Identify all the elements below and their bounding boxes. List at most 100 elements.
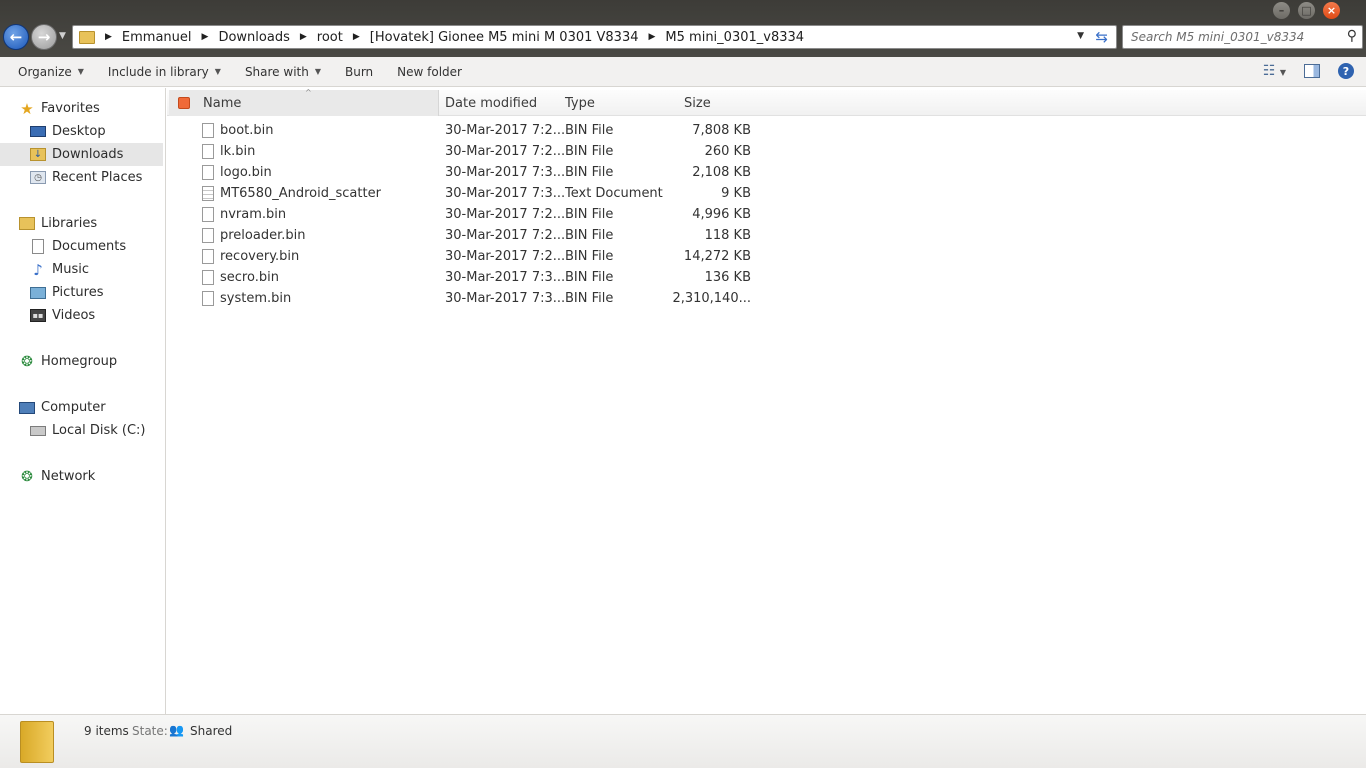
file-name: secro.bin [220,270,279,285]
header-name[interactable]: Name [203,96,241,111]
shared-users-icon: 👥 [169,723,184,737]
chevron-right-icon[interactable]: ▶ [649,32,656,42]
nav-desktop[interactable]: Desktop [0,120,165,143]
file-name: lk.bin [220,144,256,159]
chevron-right-icon[interactable]: ▶ [202,32,209,42]
new-folder-button[interactable]: New folder [385,65,474,79]
file-name: recovery.bin [220,249,300,264]
address-dropdown-icon[interactable]: ▼ [1077,31,1084,41]
nav-computer[interactable]: Computer [0,396,165,419]
breadcrumb-item[interactable]: Emmanuel [122,30,192,45]
nav-homegroup[interactable]: ❂ Homegroup [0,350,165,373]
file-date: 30-Mar-2017 7:2... [445,123,566,138]
file-type: BIN File [565,144,614,159]
share-with-label: Share with [244,64,309,79]
breadcrumb-item[interactable]: root [317,30,343,45]
breadcrumb: ▶ Emmanuel ▶ Downloads ▶ root ▶ [Hovatek… [105,30,814,45]
nav-network[interactable]: ❂ Network [0,465,165,488]
nav-label: Libraries [41,216,98,231]
nav-downloads[interactable]: ↓ Downloads [0,143,163,166]
chevron-down-icon: ▼ [77,67,84,76]
address-bar[interactable]: ▶ Emmanuel ▶ Downloads ▶ root ▶ [Hovatek… [72,25,1117,49]
preview-pane-icon[interactable] [1304,64,1320,78]
minimize-button[interactable]: – [1273,2,1290,19]
file-size: 2,310,140... [672,291,751,306]
nav-label: Music [52,262,89,277]
include-in-library-button[interactable]: Include in library ▼ [96,65,233,79]
breadcrumb-item[interactable]: Downloads [218,30,289,45]
nav-recent-places[interactable]: ◷ Recent Places [0,166,165,189]
title-bar: – □ × ← → ▼ ▶ Emmanuel ▶ Downloads ▶ roo… [0,0,1366,57]
file-row[interactable]: preloader.bin 30-Mar-2017 7:2... BIN Fil… [167,226,767,247]
star-icon: ★ [20,99,34,118]
help-icon[interactable]: ? [1338,63,1354,79]
chevron-right-icon[interactable]: ▶ [300,32,307,42]
videos-icon: ▪▪ [30,309,46,322]
refresh-icon[interactable]: ⇆ [1095,28,1108,46]
nav-label: Documents [52,239,127,254]
search-input[interactable]: Search M5 mini_0301_v8334 ⚲ [1122,25,1363,49]
new-folder-label: New folder [397,64,462,79]
file-date: 30-Mar-2017 7:3... [445,165,566,180]
file-icon [202,291,214,306]
nav-label: Recent Places [52,170,143,185]
search-icon[interactable]: ⚲ [1347,28,1357,44]
file-size: 14,272 KB [683,249,751,264]
share-with-button[interactable]: Share with ▼ [233,65,333,79]
breadcrumb-item[interactable]: M5 mini_0301_v8334 [665,30,804,45]
header-type[interactable]: Type [565,96,595,111]
file-row[interactable]: MT6580_Android_scatter 30-Mar-2017 7:3..… [167,184,767,205]
details-pane: 9 items State: 👥 Shared [0,714,1366,768]
burn-label: Burn [345,64,374,79]
file-size: 9 KB [721,186,751,201]
nav-favorites[interactable]: ★ Favorites [0,97,165,120]
chevron-right-icon[interactable]: ▶ [353,32,360,42]
libraries-icon [19,217,35,230]
nav-documents[interactable]: Documents [0,235,165,258]
file-row[interactable]: nvram.bin 30-Mar-2017 7:2... BIN File 4,… [167,205,767,226]
file-date: 30-Mar-2017 7:2... [445,249,566,264]
homegroup-icon: ❂ [21,353,33,370]
select-all-checkbox[interactable] [178,97,190,109]
nav-label: Desktop [52,124,106,139]
file-row[interactable]: system.bin 30-Mar-2017 7:3... BIN File 2… [167,289,767,310]
network-icon: ❂ [21,468,33,485]
close-button[interactable]: × [1323,2,1340,19]
nav-libraries[interactable]: Libraries [0,212,165,235]
file-size: 7,808 KB [692,123,751,138]
organize-button[interactable]: Organize ▼ [0,65,96,79]
music-icon: ♪ [33,260,43,279]
file-row[interactable]: logo.bin 30-Mar-2017 7:3... BIN File 2,1… [167,163,767,184]
recent-pages-dropdown[interactable]: ▼ [59,31,66,41]
state-label: State: [132,724,168,738]
nav-local-disk[interactable]: Local Disk (C:) [0,419,165,442]
forward-button[interactable]: → [31,24,57,50]
file-row[interactable]: secro.bin 30-Mar-2017 7:3... BIN File 13… [167,268,767,289]
file-date: 30-Mar-2017 7:3... [445,270,566,285]
change-view-icon[interactable]: ☷ ▼ [1263,63,1286,79]
header-size[interactable]: Size [684,96,711,111]
computer-icon [19,401,35,414]
nav-music[interactable]: ♪ Music [0,258,165,281]
state-value: Shared [190,724,233,738]
file-type: BIN File [565,291,614,306]
breadcrumb-item[interactable]: [Hovatek] Gionee M5 mini M 0301 V8334 [370,30,639,45]
header-date-modified[interactable]: Date modified [445,96,537,111]
file-row[interactable]: recovery.bin 30-Mar-2017 7:2... BIN File… [167,247,767,268]
file-size: 118 KB [704,228,751,243]
file-row[interactable]: boot.bin 30-Mar-2017 7:2... BIN File 7,8… [167,121,767,142]
command-bar: Organize ▼ Include in library ▼ Share with… [0,57,1366,87]
nav-pictures[interactable]: Pictures [0,281,165,304]
nav-videos[interactable]: ▪▪ Videos [0,304,165,327]
file-size: 4,996 KB [692,207,751,222]
burn-button[interactable]: Burn [333,65,385,79]
chevron-down-icon: ▼ [214,67,221,76]
chevron-right-icon[interactable]: ▶ [105,32,112,42]
file-name: preloader.bin [220,228,306,243]
file-name: boot.bin [220,123,274,138]
back-button[interactable]: ← [3,24,29,50]
file-row[interactable]: lk.bin 30-Mar-2017 7:2... BIN File 260 K… [167,142,767,163]
maximize-button[interactable]: □ [1298,2,1315,19]
file-type: BIN File [565,270,614,285]
